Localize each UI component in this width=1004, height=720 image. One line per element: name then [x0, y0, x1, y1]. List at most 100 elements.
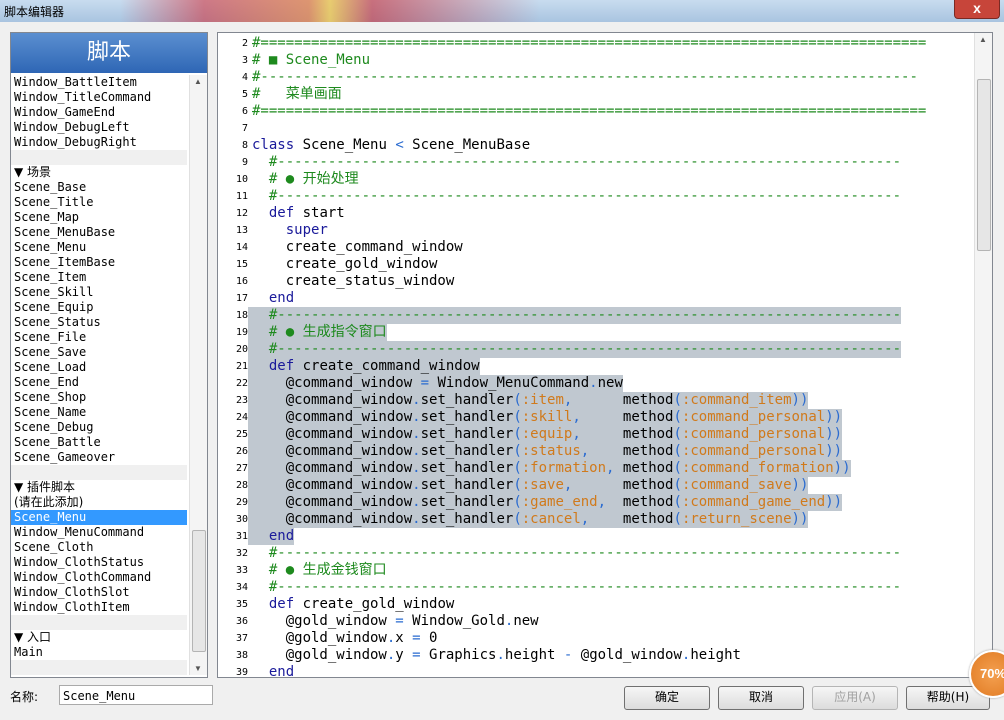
code-line[interactable]: 30 @command_window.set_handler(:cancel, … [218, 511, 974, 528]
code-text[interactable]: #=======================================… [248, 35, 926, 52]
code-text[interactable]: # ● 生成指令窗口 [248, 324, 387, 341]
code-text[interactable]: #---------------------------------------… [248, 154, 901, 171]
code-line[interactable]: 23 @command_window.set_handler(:item, me… [218, 392, 974, 409]
code-text[interactable]: end [248, 528, 295, 545]
list-item[interactable]: Scene_Menu [11, 510, 187, 525]
scroll-up-arrow-icon[interactable]: ▲ [979, 35, 987, 44]
code-line[interactable]: 14 create_command_window [218, 239, 974, 256]
list-item[interactable]: Window_ClothSlot [11, 585, 187, 600]
code-line[interactable]: 10 # ● 开始处理 [218, 171, 974, 188]
code-line[interactable]: 8 class Scene_Menu < Scene_MenuBase [218, 137, 974, 154]
code-text[interactable]: # ■ Scene_Menu [248, 52, 370, 69]
code-text[interactable]: @command_window.set_handler(:save, metho… [248, 477, 809, 494]
editor-scrollbar[interactable]: ▲ [974, 33, 992, 677]
scroll-down-arrow-icon[interactable]: ▼ [194, 664, 202, 673]
list-section-header[interactable]: ▼ 插件脚本 [11, 480, 187, 495]
code-text[interactable]: create_gold_window [248, 256, 438, 273]
list-item[interactable]: Scene_Gameover [11, 450, 187, 465]
ok-button[interactable]: 确定 [624, 686, 710, 710]
code-text[interactable]: @command_window.set_handler(:skill, meth… [248, 409, 843, 426]
code-line[interactable]: 7 [218, 120, 974, 137]
code-line[interactable]: 25 @command_window.set_handler(:equip, m… [218, 426, 974, 443]
list-item[interactable]: Scene_Battle [11, 435, 187, 450]
code-text[interactable]: @gold_window = Window_Gold.new [248, 613, 539, 630]
code-text[interactable]: create_command_window [248, 239, 463, 256]
code-line[interactable]: 11 #------------------------------------… [218, 188, 974, 205]
list-item[interactable]: Scene_File [11, 330, 187, 345]
code-text[interactable]: #---------------------------------------… [248, 579, 901, 596]
list-item[interactable]: Scene_Load [11, 360, 187, 375]
list-item[interactable]: Window_DebugRight [11, 135, 187, 150]
code-line[interactable]: 2 #======================================… [218, 35, 974, 52]
scroll-up-arrow-icon[interactable]: ▲ [194, 77, 202, 86]
code-text[interactable]: @command_window = Window_MenuCommand.new [248, 375, 623, 392]
code-lines[interactable]: 2 #======================================… [218, 35, 974, 677]
code-text[interactable]: # ● 开始处理 [248, 171, 359, 188]
code-line[interactable]: 9 #-------------------------------------… [218, 154, 974, 171]
list-item[interactable]: Window_ClothStatus [11, 555, 187, 570]
list-item[interactable]: Scene_MenuBase [11, 225, 187, 240]
code-text[interactable]: create_status_window [248, 273, 455, 290]
list-item[interactable]: Scene_Debug [11, 420, 187, 435]
code-line[interactable]: 39 end [218, 664, 974, 677]
list-item[interactable]: Window_TitleCommand [11, 90, 187, 105]
code-line[interactable]: 31 end [218, 528, 974, 545]
code-text[interactable]: # ● 生成金钱窗口 [248, 562, 387, 579]
code-text[interactable]: @command_window.set_handler(:game_end, m… [248, 494, 843, 511]
code-line[interactable]: 5 # 菜单画面 [218, 86, 974, 103]
code-line[interactable]: 33 # ● 生成金钱窗口 [218, 562, 974, 579]
code-text[interactable]: super [248, 222, 328, 239]
list-item[interactable]: Scene_Save [11, 345, 187, 360]
code-line[interactable]: 3 # ■ Scene_Menu [218, 52, 974, 69]
code-line[interactable]: 17 end [218, 290, 974, 307]
list-item[interactable]: Scene_Status [11, 315, 187, 330]
code-line[interactable]: 16 create_status_window [218, 273, 974, 290]
code-editor[interactable]: 2 #======================================… [217, 32, 993, 678]
list-section-header[interactable]: ▼ 场景 [11, 165, 187, 180]
list-item[interactable]: Window_DebugLeft [11, 120, 187, 135]
code-line[interactable]: 12 def start [218, 205, 974, 222]
close-button[interactable]: x [954, 0, 1000, 19]
code-text[interactable]: end [248, 664, 294, 677]
script-list[interactable]: Window_BattleItem Window_TitleCommand Wind… [11, 75, 187, 675]
code-text[interactable]: def create_command_window [248, 358, 480, 375]
code-text[interactable]: @gold_window.x = 0 [248, 630, 438, 647]
scrollbar-thumb[interactable] [192, 530, 206, 652]
code-text[interactable]: #---------------------------------------… [248, 341, 902, 358]
code-line[interactable]: 27 @command_window.set_handler(:formatio… [218, 460, 974, 477]
code-text[interactable]: def create_gold_window [248, 596, 454, 613]
code-text[interactable]: #=======================================… [248, 103, 926, 120]
list-item[interactable]: Scene_Skill [11, 285, 187, 300]
code-text[interactable]: #---------------------------------------… [248, 188, 901, 205]
code-line[interactable]: 13 super [218, 222, 974, 239]
code-line[interactable]: 35 def create_gold_window [218, 596, 974, 613]
list-section-header[interactable]: (请在此添加) [11, 495, 187, 510]
code-line[interactable]: 24 @command_window.set_handler(:skill, m… [218, 409, 974, 426]
code-line[interactable]: 21 def create_command_window [218, 358, 974, 375]
code-text[interactable]: class Scene_Menu < Scene_MenuBase [248, 137, 530, 154]
code-line[interactable]: 26 @command_window.set_handler(:status, … [218, 443, 974, 460]
code-text[interactable]: # 菜单画面 [248, 86, 342, 103]
list-item[interactable]: Window_BattleItem [11, 75, 187, 90]
code-line[interactable]: 38 @gold_window.y = Graphics.height - @g… [218, 647, 974, 664]
code-text[interactable]: @gold_window.y = Graphics.height - @gold… [248, 647, 741, 664]
code-line[interactable]: 36 @gold_window = Window_Gold.new [218, 613, 974, 630]
scrollbar-thumb[interactable] [977, 79, 991, 251]
list-item[interactable]: Scene_Title [11, 195, 187, 210]
list-item[interactable]: Scene_Equip [11, 300, 187, 315]
code-text[interactable]: #---------------------------------------… [248, 307, 902, 324]
code-line[interactable]: 34 #------------------------------------… [218, 579, 974, 596]
list-item[interactable]: Scene_Cloth [11, 540, 187, 555]
code-line[interactable]: 28 @command_window.set_handler(:save, me… [218, 477, 974, 494]
code-line[interactable]: 20 #------------------------------------… [218, 341, 974, 358]
code-text[interactable]: @command_window.set_handler(:status, met… [248, 443, 843, 460]
code-line[interactable]: 4 #--------------------------------------… [218, 69, 974, 86]
list-item[interactable]: Window_MenuCommand [11, 525, 187, 540]
list-item[interactable]: Scene_Menu [11, 240, 187, 255]
list-item[interactable]: Scene_ItemBase [11, 255, 187, 270]
code-line[interactable]: 6 #======================================… [218, 103, 974, 120]
list-item[interactable]: Main [11, 645, 187, 660]
code-text[interactable]: @command_window.set_handler(:formation, … [248, 460, 851, 477]
code-text[interactable]: #---------------------------------------… [248, 69, 918, 86]
code-text[interactable]: #---------------------------------------… [248, 545, 901, 562]
